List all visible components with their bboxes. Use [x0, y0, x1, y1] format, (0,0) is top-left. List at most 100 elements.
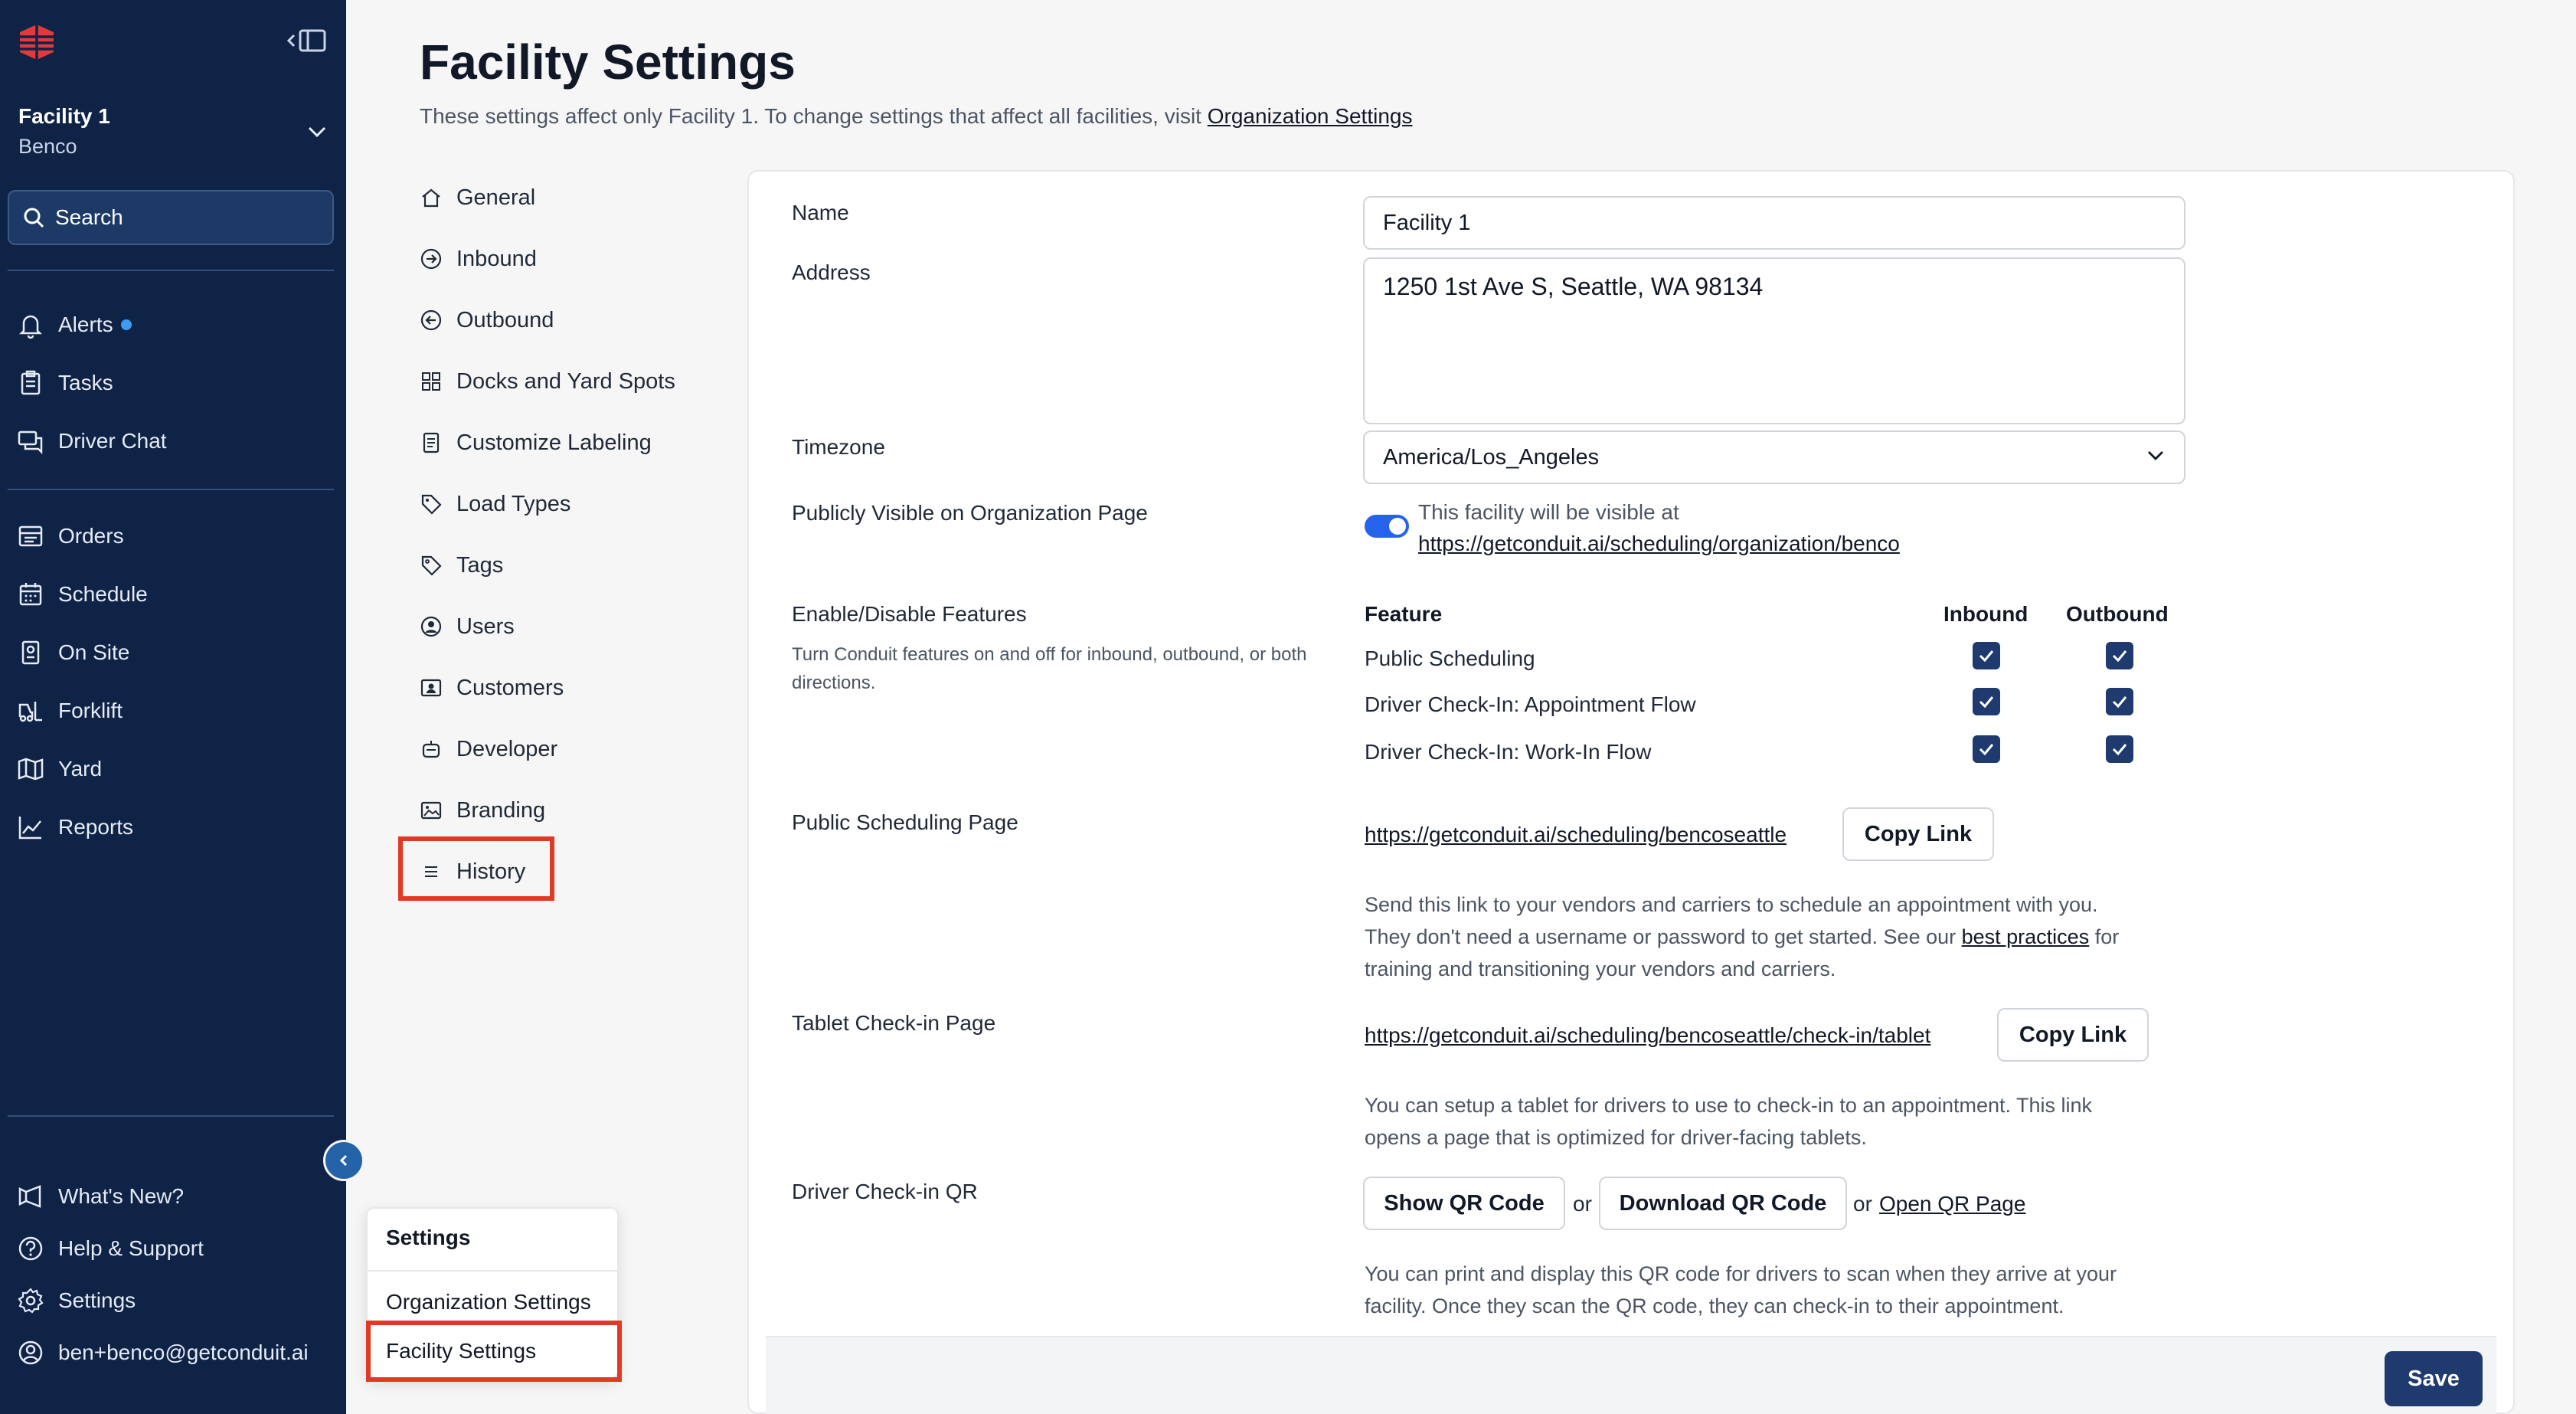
- organization-page-link[interactable]: https://getconduit.ai/scheduling/organiz…: [1418, 532, 1900, 556]
- clipboard-icon: [21, 370, 41, 395]
- help-line: facility. Once they scan the QR code, th…: [1365, 1295, 2064, 1317]
- sidebar-item-forklift[interactable]: Forklift: [17, 691, 123, 731]
- sidebar-item-on-site[interactable]: On Site: [17, 633, 129, 673]
- copy-tablet-link-button[interactable]: Copy Link: [1997, 1008, 2149, 1062]
- feature-column-header: Feature: [1365, 602, 1443, 626]
- save-button[interactable]: Save: [2385, 1351, 2483, 1406]
- question-icon: [18, 1236, 43, 1261]
- settings-nav-label: Customers: [456, 675, 564, 700]
- checkmark-icon: [1979, 650, 1994, 663]
- help-line: for: [2089, 925, 2120, 948]
- popup-title: Settings: [386, 1226, 471, 1249]
- features-help: Turn Conduit features on and off for inb…: [792, 644, 1307, 693]
- visible-toggle[interactable]: [1365, 515, 1409, 538]
- facility-switcher[interactable]: Facility 1 Benco: [18, 104, 328, 165]
- alert-indicator-dot: [120, 319, 132, 330]
- settings-nav-label: Load Types: [456, 491, 571, 516]
- help-line: opens a page that is optimized for drive…: [1365, 1126, 1867, 1149]
- facility-settings-highlight-box: [366, 1321, 622, 1382]
- organization-name: Benco: [18, 135, 77, 158]
- sidebar-item-tasks[interactable]: Tasks: [17, 363, 113, 403]
- appointment-flow-inbound-checkbox[interactable]: [1973, 688, 2000, 715]
- inbound-column-header: Inbound: [1943, 602, 2028, 626]
- settings-nav-label: Customize Labeling: [456, 430, 652, 455]
- sidebar-item-settings[interactable]: Settings: [17, 1281, 136, 1321]
- facility-name: Facility 1: [18, 104, 110, 128]
- popup-divider: [368, 1270, 617, 1272]
- gear-icon: [18, 1288, 44, 1314]
- download-qr-code-button[interactable]: Download QR Code: [1599, 1177, 1847, 1230]
- work-in-flow-inbound-checkbox[interactable]: [1973, 735, 2000, 763]
- settings-nav-docks[interactable]: Docks and Yard Spots: [420, 360, 675, 403]
- chevron-down-icon: [308, 126, 326, 138]
- building-icon: [21, 640, 40, 665]
- sidebar-item-help[interactable]: Help & Support: [17, 1229, 204, 1268]
- tablet-checkin-link[interactable]: https://getconduit.ai/scheduling/bencose…: [1365, 1023, 1930, 1048]
- appointment-flow-outbound-checkbox[interactable]: [2106, 688, 2133, 715]
- settings-nav-label: Branding: [456, 797, 546, 823]
- chevron-left-icon: [339, 1154, 348, 1167]
- public-scheduling-link[interactable]: https://getconduit.ai/scheduling/bencose…: [1365, 823, 1787, 847]
- help-line: training and transitioning your vendors …: [1365, 957, 1836, 980]
- orders-icon: [18, 525, 43, 547]
- sidebar-item-alerts[interactable]: Alerts: [17, 305, 132, 345]
- collapse-sidebar-toggle[interactable]: [323, 1140, 364, 1181]
- settings-nav-label: Users: [456, 614, 515, 639]
- tag-icon: [421, 494, 442, 515]
- public-page-label: Public Scheduling Page: [792, 810, 1018, 834]
- address-label: Address: [792, 260, 871, 284]
- collapse-sidebar-icon[interactable]: [286, 28, 328, 54]
- settings-nav-labeling[interactable]: Customize Labeling: [420, 421, 652, 464]
- arrow-out-icon: [420, 309, 442, 331]
- name-input[interactable]: Facility 1: [1363, 196, 2185, 250]
- open-qr-page-link[interactable]: Open QR Page: [1879, 1192, 2025, 1216]
- settings-nav-load-types[interactable]: Load Types: [420, 483, 570, 525]
- settings-nav-label: Outbound: [456, 307, 554, 332]
- sidebar-item-label: Forklift: [58, 699, 123, 722]
- sidebar-item-orders[interactable]: Orders: [17, 516, 124, 556]
- card-footer: [766, 1336, 2496, 1414]
- checkmark-icon: [2112, 650, 2127, 663]
- settings-nav-customers[interactable]: Customers: [420, 666, 564, 709]
- timezone-label: Timezone: [792, 435, 885, 459]
- public-scheduling-outbound-checkbox[interactable]: [2106, 642, 2133, 669]
- work-in-flow-outbound-checkbox[interactable]: [2106, 735, 2133, 763]
- sidebar-item-label: Help & Support: [58, 1236, 204, 1260]
- sidebar-item-reports[interactable]: Reports: [17, 807, 133, 847]
- settings-nav-developer[interactable]: Developer: [420, 728, 557, 771]
- settings-nav-general[interactable]: General: [420, 176, 535, 219]
- visible-text: This facility will be visible at: [1418, 500, 1679, 524]
- sidebar-item-label: Yard: [58, 757, 103, 781]
- show-qr-code-button[interactable]: Show QR Code: [1363, 1177, 1565, 1230]
- copy-public-link-button[interactable]: Copy Link: [1842, 807, 1994, 861]
- sidebar-divider: [8, 270, 334, 271]
- settings-nav-users[interactable]: Users: [420, 605, 515, 648]
- sidebar-item-schedule[interactable]: Schedule: [17, 574, 148, 614]
- address-textarea[interactable]: 1250 1st Ave S, Seattle, WA 98134: [1363, 257, 2185, 424]
- best-practices-link[interactable]: best practices: [1962, 925, 2090, 948]
- features-label: Enable/Disable Features: [792, 602, 1027, 626]
- settings-nav-tags[interactable]: Tags: [420, 544, 503, 587]
- settings-nav-branding[interactable]: Branding: [420, 789, 545, 832]
- settings-nav-inbound[interactable]: Inbound: [420, 237, 537, 280]
- help-line: You can setup a tablet for drivers to us…: [1365, 1094, 2093, 1117]
- tablet-page-label: Tablet Check-in Page: [792, 1011, 996, 1035]
- sidebar-item-account[interactable]: ben+benco@getconduit.ai: [17, 1333, 309, 1373]
- name-label: Name: [792, 201, 849, 224]
- qr-help: You can print and display this QR code f…: [1365, 1258, 2117, 1322]
- public-scheduling-inbound-checkbox[interactable]: [1973, 642, 2000, 669]
- settings-nav-outbound[interactable]: Outbound: [420, 299, 554, 342]
- tablet-page-help: You can setup a tablet for drivers to us…: [1365, 1089, 2092, 1154]
- subtitle-text: These settings affect only Facility 1. T…: [420, 104, 1208, 128]
- sidebar-item-driver-chat[interactable]: Driver Chat: [17, 421, 167, 461]
- sidebar-item-yard[interactable]: Yard: [17, 749, 102, 789]
- popup-item-organization-settings[interactable]: Organization Settings: [386, 1290, 591, 1314]
- settings-nav-label: Inbound: [456, 246, 537, 271]
- image-icon: [420, 801, 442, 820]
- sidebar-item-label: Tasks: [58, 371, 113, 394]
- search-button[interactable]: Search: [8, 190, 334, 245]
- timezone-select[interactable]: America/Los_Angeles: [1363, 430, 2185, 484]
- sidebar-item-whats-new[interactable]: What's New?: [17, 1177, 184, 1216]
- organization-settings-link[interactable]: Organization Settings: [1208, 104, 1413, 128]
- conduit-logo[interactable]: [17, 23, 57, 61]
